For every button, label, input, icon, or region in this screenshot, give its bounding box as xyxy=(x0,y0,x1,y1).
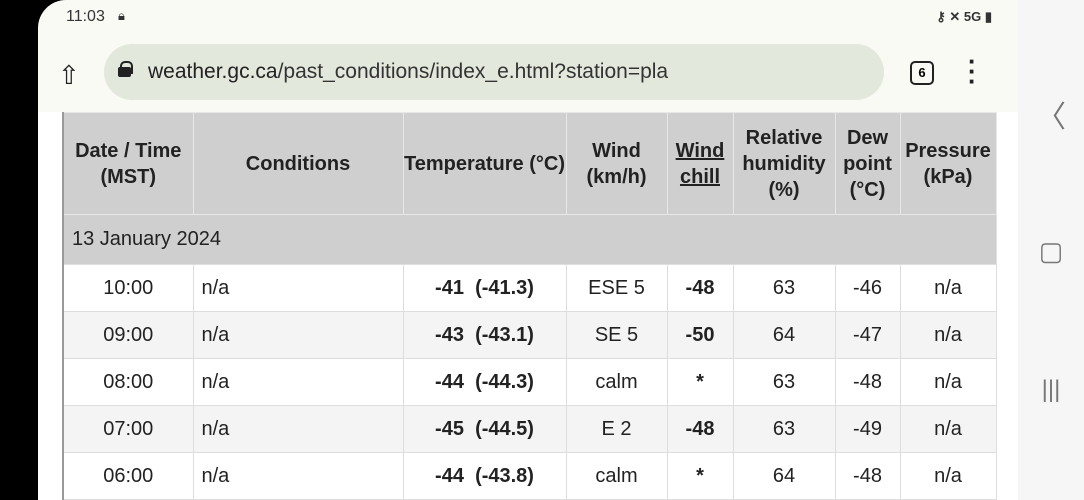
cell-dew: -46 xyxy=(834,264,901,312)
cell-dew: -48 xyxy=(834,452,901,500)
home-button-icon[interactable]: ▢ xyxy=(1018,236,1084,267)
cell-chill: * xyxy=(666,452,734,500)
cell-temp: -43 (-43.1) xyxy=(402,311,567,359)
cell-rh: 63 xyxy=(732,405,836,453)
cell-chill: -50 xyxy=(666,311,734,359)
header-temperature: Temperature (°C) xyxy=(402,112,567,215)
header-wind: Wind (km/h) xyxy=(565,112,668,215)
tab-switcher-button[interactable]: 6 xyxy=(910,61,934,85)
cell-pressure: n/a xyxy=(899,311,997,359)
cell-conditions: n/a xyxy=(192,264,404,312)
cell-pressure: n/a xyxy=(899,405,997,453)
page-content: Date / Time (MST) Conditions Temperature… xyxy=(38,112,1018,500)
cell-wind: SE 5 xyxy=(565,311,668,359)
cell-conditions: n/a xyxy=(192,452,404,500)
header-wind-chill-link[interactable]: Wind chill xyxy=(666,112,734,215)
cell-pressure: n/a xyxy=(899,264,997,312)
table-row: 08:00 n/a -44 (-44.3) calm * 63 -48 n/a xyxy=(62,358,997,406)
table-row: 10:00 n/a -41 (-41.3) ESE 5 -48 63 -46 n/a xyxy=(62,264,997,312)
lock-icon: 🔒︎ xyxy=(118,8,125,23)
navigation-bar: 〈 ▢ ||| xyxy=(1018,0,1084,500)
date-group-row: 13 January 2024 xyxy=(62,214,997,265)
table-row: 09:00 n/a -43 (-43.1) SE 5 -50 64 -47 n/a xyxy=(62,311,997,359)
temp-value: -44 xyxy=(435,370,464,393)
cell-temp: -45 (-44.5) xyxy=(402,405,567,453)
cell-temp: -44 (-44.3) xyxy=(402,358,567,406)
home-icon[interactable]: ⇧ xyxy=(58,60,80,91)
cell-rh: 63 xyxy=(732,264,836,312)
cell-wind: calm xyxy=(565,452,668,500)
header-humidity: Relative humidity (%) xyxy=(732,112,836,215)
cell-chill: -48 xyxy=(666,405,734,453)
cell-wind: ESE 5 xyxy=(565,264,668,312)
temp-precise: (-43.8) xyxy=(475,464,534,487)
cell-dew: -49 xyxy=(834,405,901,453)
cell-time: 10:00 xyxy=(62,264,194,312)
past-conditions-table: Date / Time (MST) Conditions Temperature… xyxy=(62,112,997,500)
temp-precise: (-44.3) xyxy=(475,370,534,393)
cell-rh: 63 xyxy=(732,358,836,406)
cell-pressure: n/a xyxy=(899,358,997,406)
cell-wind: E 2 xyxy=(565,405,668,453)
cell-dew: -47 xyxy=(834,311,901,359)
cell-dew: -48 xyxy=(834,358,901,406)
temp-precise: (-41.3) xyxy=(475,276,534,299)
cell-conditions: n/a xyxy=(192,311,404,359)
cell-conditions: n/a xyxy=(192,358,404,406)
recent-apps-icon[interactable]: ||| xyxy=(1018,376,1084,404)
header-dew-point: Dew point (°C) xyxy=(834,112,901,215)
battery-icon: ▮ xyxy=(984,9,992,24)
cell-temp: -44 (-43.8) xyxy=(402,452,567,500)
phone-screen: 11:03 🔒︎ ⚷ ✕ 5G ▮ ⇧ weather.gc.ca/past_c… xyxy=(38,0,1018,500)
header-datetime: Date / Time (MST) xyxy=(62,112,194,215)
temp-value: -44 xyxy=(435,464,464,487)
cell-chill: -48 xyxy=(666,264,734,312)
cell-rh: 64 xyxy=(732,452,836,500)
key-icon: ⚷ ✕ xyxy=(936,9,964,24)
clock: 11:03 xyxy=(66,8,105,25)
header-pressure: Pressure (kPa) xyxy=(899,112,997,215)
cell-pressure: n/a xyxy=(899,452,997,500)
url-text[interactable]: weather.gc.ca/past_conditions/index_e.ht… xyxy=(148,60,668,84)
cell-time: 07:00 xyxy=(62,405,194,453)
cell-chill: * xyxy=(666,358,734,406)
network-indicator: ⚷ ✕ 5G ▮ xyxy=(936,9,992,24)
table-header-row: Date / Time (MST) Conditions Temperature… xyxy=(62,112,997,215)
status-bar: 11:03 🔒︎ ⚷ ✕ 5G ▮ xyxy=(38,0,1018,34)
browser-toolbar: ⇧ weather.gc.ca/past_conditions/index_e.… xyxy=(38,34,1018,112)
back-icon[interactable]: 〈 xyxy=(1018,92,1084,136)
address-bar[interactable]: weather.gc.ca/past_conditions/index_e.ht… xyxy=(104,44,884,100)
lock-icon xyxy=(118,61,133,77)
cell-conditions: n/a xyxy=(192,405,404,453)
cell-rh: 64 xyxy=(732,311,836,359)
temp-precise: (-43.1) xyxy=(475,323,534,346)
more-menu-icon[interactable]: · · · xyxy=(968,48,977,94)
table-row: 07:00 n/a -45 (-44.5) E 2 -48 63 -49 n/a xyxy=(62,405,997,453)
cell-time: 06:00 xyxy=(62,452,194,500)
temp-value: -45 xyxy=(435,417,464,440)
cell-time: 09:00 xyxy=(62,311,194,359)
temp-value: -41 xyxy=(435,276,464,299)
cell-temp: -41 (-41.3) xyxy=(402,264,567,312)
table-row: 06:00 n/a -44 (-43.8) calm * 64 -48 n/a xyxy=(62,452,997,500)
cell-time: 08:00 xyxy=(62,358,194,406)
header-conditions: Conditions xyxy=(192,112,404,215)
cell-wind: calm xyxy=(565,358,668,406)
temp-precise: (-44.5) xyxy=(475,417,534,440)
temp-value: -43 xyxy=(435,323,464,346)
